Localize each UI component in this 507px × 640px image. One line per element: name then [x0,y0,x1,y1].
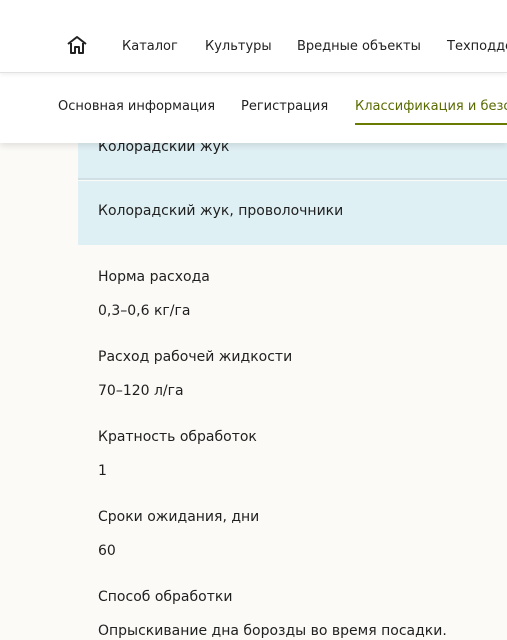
section-tabs: Основная информация Регистрация Классифи… [0,73,507,143]
home-icon[interactable] [66,35,88,55]
main-content: Колорадский жук Колорадский жук, проволо… [0,143,507,640]
field-label-waiting-days: Сроки ожидания, дни [98,509,260,525]
field-value-liquid: 70–120 л/га [98,383,184,399]
field-value-rate: 0,3–0,6 кг/га [98,303,191,319]
nav-crops[interactable]: Культуры [205,39,272,54]
field-label-multiplicity: Кратность обработок [98,429,257,445]
top-navigation: Каталог Культуры Вредные объекты Техподд… [0,0,507,73]
tab-basic-info[interactable]: Основная информация [58,99,215,125]
nav-pests[interactable]: Вредные объекты [297,39,421,54]
nav-catalog[interactable]: Каталог [122,39,178,54]
pest-row: Колорадский жук, проволочники [78,181,507,245]
pest-row: Колорадский жук [78,143,507,180]
tab-classification-safety[interactable]: Классификация и безог [355,99,507,125]
nav-tech-support[interactable]: Техподде [447,39,507,54]
field-label-liquid: Расход рабочей жидкости [98,349,293,365]
field-value-multiplicity: 1 [98,463,107,479]
tab-registration[interactable]: Регистрация [241,99,328,125]
field-label-rate: Норма расхода [98,269,210,285]
field-value-waiting-days: 60 [98,543,116,559]
field-label-method: Способ обработки [98,589,233,605]
field-value-method: Опрыскивание дна борозды во время посадк… [98,623,447,639]
